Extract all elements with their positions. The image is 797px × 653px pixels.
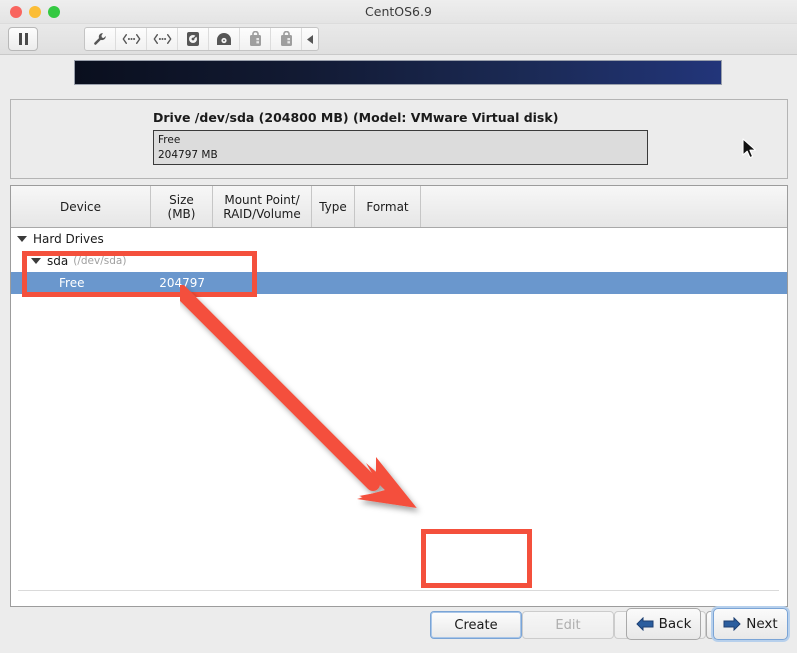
footer-divider (18, 590, 779, 591)
cd-dvd-icon[interactable] (209, 28, 240, 50)
collapse-arrow-icon[interactable] (302, 28, 318, 50)
device-table: Device Size (MB) Mount Point/ RAID/Volum… (10, 185, 788, 607)
column-header-format[interactable]: Format (355, 186, 421, 227)
drive-title: Drive /dev/sda (204800 MB) (Model: VMwar… (153, 110, 558, 125)
column-header-size[interactable]: Size (MB) (151, 186, 213, 227)
vm-toolbar (0, 24, 797, 55)
column-header-type[interactable]: Type (312, 186, 355, 227)
usb-device-1-icon[interactable] (240, 28, 271, 50)
row-device-label: sda (47, 254, 68, 268)
column-header-mount-point[interactable]: Mount Point/ RAID/Volume (213, 186, 312, 227)
hard-disk-icon[interactable] (178, 28, 209, 50)
column-header-filler (421, 186, 787, 227)
row-device-path: (/dev/sda) (73, 255, 126, 267)
expand-triangle-icon[interactable] (31, 258, 41, 264)
window-titlebar: CentOS6.9 (0, 0, 797, 24)
table-row[interactable]: sda (/dev/sda) (11, 250, 787, 272)
usb-device-2-icon[interactable] (271, 28, 302, 50)
next-button[interactable]: Next (713, 608, 788, 640)
column-header-mount-line1: Mount Point/ (223, 193, 301, 207)
vm-device-toolbar-group (84, 27, 319, 51)
row-device-label: Free (59, 276, 84, 290)
installer-banner (74, 60, 722, 85)
wizard-navigation: Back Next (626, 608, 788, 640)
settings-wrench-icon[interactable] (85, 28, 116, 50)
row-device-cell: Hard Drives (11, 232, 151, 246)
drive-summary-panel: Drive /dev/sda (204800 MB) (Model: VMwar… (10, 99, 788, 179)
arrow-left-icon (636, 617, 654, 631)
row-device-label: Hard Drives (33, 232, 104, 246)
create-button[interactable]: Create (430, 611, 522, 639)
table-row-selected[interactable]: Free 204797 (11, 272, 787, 294)
next-button-label: Next (746, 616, 777, 632)
row-device-cell: sda (/dev/sda) (11, 254, 151, 268)
table-header-row: Device Size (MB) Mount Point/ RAID/Volum… (11, 186, 787, 228)
row-size-cell: 204797 (151, 276, 213, 290)
back-button[interactable]: Back (626, 608, 701, 640)
pause-icon (19, 33, 28, 45)
arrow-right-icon (723, 617, 741, 631)
column-header-size-line1: Size (168, 193, 196, 207)
table-row[interactable]: Hard Drives (11, 228, 787, 250)
column-header-mount-line2: RAID/Volume (223, 207, 301, 221)
drive-free-label: Free (158, 133, 643, 148)
network-adapter-1-icon[interactable] (116, 28, 147, 50)
table-body: Hard Drives sda (/dev/sda) (11, 228, 787, 294)
drive-free-size: 204797 MB (158, 148, 643, 163)
row-device-cell: Free (11, 276, 151, 290)
drive-free-segment[interactable]: Free 204797 MB (153, 130, 648, 165)
edit-button: Edit (522, 611, 614, 639)
anaconda-installer-body: Drive /dev/sda (204800 MB) (Model: VMwar… (0, 55, 797, 653)
column-header-device[interactable]: Device (11, 186, 151, 227)
back-button-label: Back (659, 616, 692, 632)
network-adapter-2-icon[interactable] (147, 28, 178, 50)
column-header-size-line2: (MB) (168, 207, 196, 221)
window-title: CentOS6.9 (0, 4, 797, 19)
expand-triangle-icon[interactable] (17, 236, 27, 242)
pause-button[interactable] (8, 27, 38, 51)
